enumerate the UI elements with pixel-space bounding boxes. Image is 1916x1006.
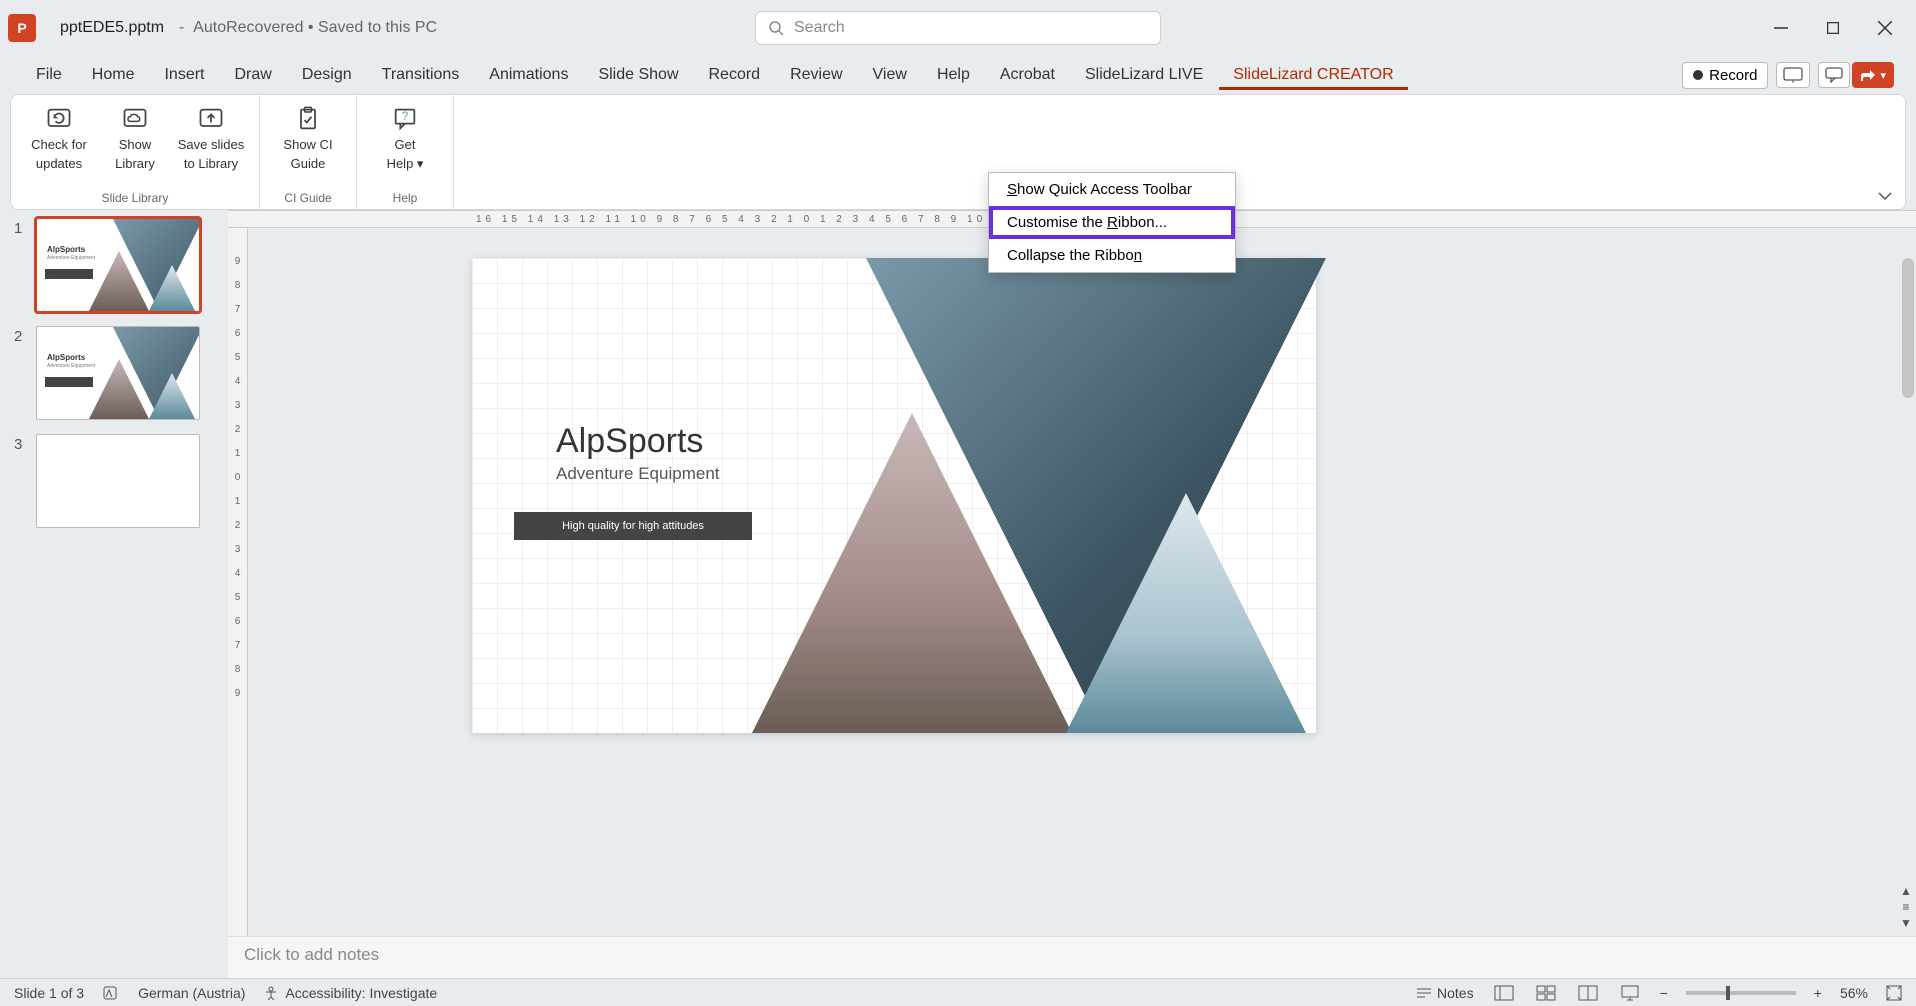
thumbnail-row: 3 xyxy=(14,434,214,528)
thumbnail-row: 1 AlpSportsAdventure Equipment xyxy=(14,218,214,312)
ribbon-content: Check forupdatesShowLibrarySave slidesto… xyxy=(10,94,1906,210)
editor-area: 16 15 14 13 12 11 10 9 8 7 6 5 4 3 2 1 0… xyxy=(228,210,1916,978)
slideshow-view-button[interactable] xyxy=(1618,983,1642,1003)
group-label: CI Guide xyxy=(284,189,331,207)
notes-toggle[interactable]: Notes xyxy=(1415,985,1474,1001)
slide-thumbnail-2[interactable]: AlpSportsAdventure Equipment xyxy=(36,326,200,420)
normal-view-button[interactable] xyxy=(1492,983,1516,1003)
vertical-scrollbar[interactable] xyxy=(1900,228,1916,936)
search-box[interactable]: Search xyxy=(755,11,1161,45)
chevron-down-icon xyxy=(1877,191,1893,201)
tab-home[interactable]: Home xyxy=(78,60,149,90)
tab-design[interactable]: Design xyxy=(288,60,366,90)
accessibility-status[interactable]: Accessibility: Investigate xyxy=(263,985,437,1001)
slide-thumbnail-panel: 1 AlpSportsAdventure Equipment 2 AlpSportsA… xyxy=(0,210,228,978)
show-ci-guide-button[interactable]: Show CIGuide xyxy=(272,101,344,189)
next-slide-button[interactable]: ▼ xyxy=(1900,916,1912,930)
spellcheck-icon[interactable] xyxy=(102,985,120,1001)
document-filename: pptEDE5.pptm xyxy=(60,19,164,37)
tab-transitions[interactable]: Transitions xyxy=(368,60,474,90)
powerpoint-app-icon: P xyxy=(8,14,36,42)
slide-subtitle[interactable]: Adventure Equipment xyxy=(556,464,720,484)
slide-sorter-button[interactable] xyxy=(1534,983,1558,1003)
search-icon xyxy=(768,20,784,36)
tab-draw[interactable]: Draw xyxy=(220,60,285,90)
notes-pane[interactable]: Click to add notes xyxy=(228,936,1916,978)
scrollbar-thumb[interactable] xyxy=(1902,258,1914,398)
nav-divider-icon: ≡ xyxy=(1902,900,1909,914)
context-menu-item-1[interactable]: Customise the Ribbon... xyxy=(989,206,1235,239)
group-label: Help xyxy=(393,189,418,207)
record-dot-icon xyxy=(1693,70,1703,80)
document-status: - AutoRecovered • Saved to this PC xyxy=(170,19,437,37)
fit-to-window-button[interactable] xyxy=(1886,985,1902,1001)
slide-canvas-area[interactable]: AlpSports Adventure Equipment High quali… xyxy=(248,228,1916,936)
save-slides-to-library-button[interactable]: Save slidesto Library xyxy=(175,101,247,189)
svg-text:?: ? xyxy=(402,110,409,123)
tab-help[interactable]: Help xyxy=(923,60,984,90)
notes-icon xyxy=(1415,986,1433,1000)
thumbnail-number: 3 xyxy=(14,434,28,453)
tab-animations[interactable]: Animations xyxy=(475,60,582,90)
tab-file[interactable]: File xyxy=(22,60,76,90)
search-placeholder: Search xyxy=(794,19,845,37)
ribbon-group-slide-library: Check forupdatesShowLibrarySave slidesto… xyxy=(11,95,260,209)
zoom-slider[interactable] xyxy=(1686,991,1796,995)
slide-thumbnail-3[interactable] xyxy=(36,434,200,528)
context-menu-item-2[interactable]: Collapse the Ribbon xyxy=(989,239,1235,272)
status-bar: Slide 1 of 3 German (Austria) Accessibil… xyxy=(0,978,1916,1006)
slide-counter[interactable]: Slide 1 of 3 xyxy=(14,985,84,1001)
comment-icon xyxy=(1825,67,1843,83)
show-library-button[interactable]: ShowLibrary xyxy=(99,101,171,189)
window-controls xyxy=(1768,15,1908,41)
tab-view[interactable]: View xyxy=(859,60,921,90)
zoom-percentage[interactable]: 56% xyxy=(1840,985,1868,1001)
zoom-out-button[interactable]: − xyxy=(1660,985,1668,1001)
collapse-ribbon-chevron[interactable] xyxy=(1877,191,1893,201)
present-teams-button[interactable] xyxy=(1776,62,1810,88)
tab-slidelizard-creator[interactable]: SlideLizard CREATOR xyxy=(1219,60,1407,90)
ribbon-group-help: ?GetHelp ▾Help xyxy=(357,95,454,209)
slide-title[interactable]: AlpSports xyxy=(556,422,703,461)
share-button[interactable]: ▾ xyxy=(1852,62,1894,88)
tab-slide-show[interactable]: Slide Show xyxy=(584,60,692,90)
present-icon xyxy=(1783,67,1803,83)
thumbnail-row: 2 AlpSportsAdventure Equipment xyxy=(14,326,214,420)
group-label: Slide Library xyxy=(102,189,169,207)
share-icon xyxy=(1860,68,1876,82)
tab-insert[interactable]: Insert xyxy=(150,60,218,90)
tab-acrobat[interactable]: Acrobat xyxy=(986,60,1069,90)
close-button[interactable] xyxy=(1872,15,1898,41)
accessibility-icon xyxy=(263,985,279,1001)
slide-thumbnail-1[interactable]: AlpSportsAdventure Equipment xyxy=(36,218,200,312)
thumbnail-number: 2 xyxy=(14,326,28,345)
slide-nav-buttons: ▲ ≡ ▼ xyxy=(1896,884,1916,930)
ribbon-group-ci-guide: Show CIGuideCI Guide xyxy=(260,95,357,209)
slide-tagline[interactable]: High quality for high attitudes xyxy=(514,512,752,540)
get-help--button[interactable]: ?GetHelp ▾ xyxy=(369,101,441,189)
zoom-in-button[interactable]: + xyxy=(1814,985,1822,1001)
check-for-updates-button[interactable]: Check forupdates xyxy=(23,101,95,189)
context-menu-item-0[interactable]: Show Quick Access Toolbar xyxy=(989,173,1235,206)
reading-view-button[interactable] xyxy=(1576,983,1600,1003)
language-indicator[interactable]: German (Austria) xyxy=(138,985,245,1001)
comments-button[interactable] xyxy=(1818,62,1850,88)
minimize-button[interactable] xyxy=(1768,15,1794,41)
thumbnail-number: 1 xyxy=(14,218,28,237)
tab-slidelizard-live[interactable]: SlideLizard LIVE xyxy=(1071,60,1217,90)
ribbon-context-menu: Show Quick Access ToolbarCustomise the R… xyxy=(988,172,1236,273)
tab-review[interactable]: Review xyxy=(776,60,856,90)
title-bar: P pptEDE5.pptm - AutoRecovered • Saved t… xyxy=(0,0,1916,56)
maximize-button[interactable] xyxy=(1820,15,1846,41)
tab-record[interactable]: Record xyxy=(695,60,775,90)
ribbon-tab-strip: FileHomeInsertDrawDesignTransitionsAnima… xyxy=(0,56,1916,94)
record-button[interactable]: Record xyxy=(1682,62,1768,89)
previous-slide-button[interactable]: ▲ xyxy=(1900,884,1912,898)
slide-canvas[interactable]: AlpSports Adventure Equipment High quali… xyxy=(472,258,1316,733)
vertical-ruler: 9876543210123456789 xyxy=(228,228,248,936)
work-area: 1AlpSportsAdventure Equipment2AlpSportsA… xyxy=(0,210,1916,978)
zoom-slider-knob[interactable] xyxy=(1726,986,1730,1000)
